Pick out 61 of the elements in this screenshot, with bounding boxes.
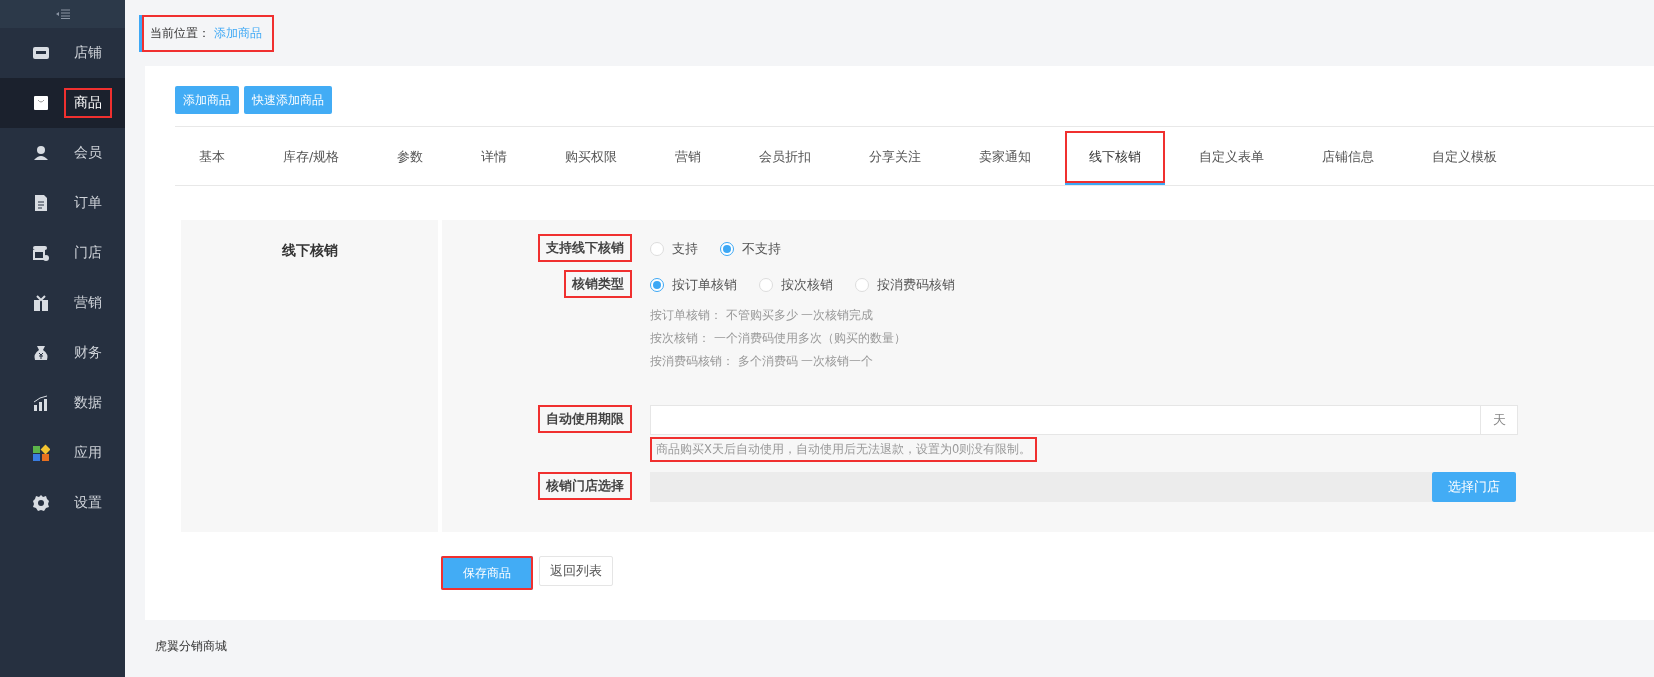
menu-icon bbox=[32, 244, 50, 262]
sidebar-item[interactable]: 商品 bbox=[0, 78, 125, 128]
tab[interactable]: 线下核销 bbox=[1065, 131, 1166, 185]
breadcrumb-label: 当前位置： bbox=[150, 24, 210, 42]
tab[interactable]: 自定义模板 bbox=[1408, 131, 1522, 185]
radio-label: 按消费码核销 bbox=[877, 276, 955, 294]
sidebar-item[interactable]: 订单 bbox=[0, 178, 125, 228]
field-label: 支持线下核销 bbox=[538, 234, 632, 262]
radio-option[interactable]: 不支持 bbox=[720, 240, 781, 258]
sidebar-item[interactable]: 应用 bbox=[0, 428, 125, 478]
menu-icon bbox=[32, 394, 50, 412]
menu-icon bbox=[32, 444, 50, 462]
tab[interactable]: 会员折扣 bbox=[735, 131, 836, 185]
radio-option[interactable]: 支持 bbox=[650, 240, 698, 258]
radio-label: 按次核销 bbox=[781, 276, 833, 294]
radio-button[interactable] bbox=[650, 278, 664, 292]
menu-icon bbox=[32, 494, 50, 512]
footer-brand: 虎翼分销商城 bbox=[155, 639, 227, 653]
radio-option[interactable]: 按订单核销 bbox=[650, 276, 737, 294]
menu-icon bbox=[32, 294, 50, 312]
field-label: 核销类型 bbox=[564, 270, 632, 298]
help-text: 按次核销： 一个消费码使用多次（购买的数量） bbox=[650, 331, 907, 346]
tab[interactable]: 营销 bbox=[651, 131, 726, 185]
radio-label: 按订单核销 bbox=[672, 276, 737, 294]
sidebar-item[interactable]: 营销 bbox=[0, 278, 125, 328]
tab[interactable]: 卖家通知 bbox=[955, 131, 1056, 185]
unit-addon: 天 bbox=[1480, 406, 1517, 434]
tab[interactable]: 库存/规格 bbox=[259, 131, 364, 185]
menu-icon bbox=[32, 344, 50, 362]
field-label: 自动使用期限 bbox=[538, 405, 632, 433]
store-field[interactable] bbox=[650, 472, 1432, 502]
radio-option[interactable]: 按次核销 bbox=[759, 276, 833, 294]
tab[interactable]: 基本 bbox=[175, 131, 249, 185]
help-text: 按订单核销： 不管购买多少 一次核销完成 bbox=[650, 308, 875, 323]
sidebar-item[interactable]: 店铺 bbox=[0, 28, 125, 78]
menu-icon bbox=[32, 144, 50, 162]
tab[interactable]: 购买权限 bbox=[541, 131, 642, 185]
menu-icon bbox=[32, 194, 50, 212]
radio-option[interactable]: 按消费码核销 bbox=[855, 276, 955, 294]
tab[interactable]: 分享关注 bbox=[845, 131, 946, 185]
tab[interactable]: 详情 bbox=[457, 131, 532, 185]
days-input-field[interactable]: 天 bbox=[650, 405, 1518, 435]
help-text: 按消费码核销： 多个消费码 一次核销一个 bbox=[650, 354, 875, 369]
section-title: 线下核销 bbox=[281, 242, 338, 258]
menu-icon bbox=[32, 94, 50, 112]
radio-button[interactable] bbox=[720, 242, 734, 256]
menu-icon bbox=[32, 44, 50, 62]
back-to-list-button[interactable]: 返回列表 bbox=[539, 556, 613, 586]
field-label: 核销门店选择 bbox=[538, 472, 632, 500]
radio-label: 不支持 bbox=[742, 240, 781, 258]
collapse-menu-icon[interactable] bbox=[55, 9, 70, 19]
sidebar-item[interactable]: 设置 bbox=[0, 478, 125, 528]
sidebar-item[interactable]: 数据 bbox=[0, 378, 125, 428]
radio-label: 支持 bbox=[672, 240, 698, 258]
tab[interactable]: 店铺信息 bbox=[1298, 131, 1399, 185]
sidebar-item[interactable]: 财务 bbox=[0, 328, 125, 378]
hint-text: 商品购买X天后自动使用，自动使用后无法退款，设置为0则没有限制。 bbox=[650, 437, 1038, 462]
tab[interactable]: 参数 bbox=[373, 131, 448, 185]
tab[interactable]: 自定义表单 bbox=[1175, 131, 1289, 185]
sidebar-item[interactable]: 门店 bbox=[0, 228, 125, 278]
sidebar-item[interactable]: 会员 bbox=[0, 128, 125, 178]
